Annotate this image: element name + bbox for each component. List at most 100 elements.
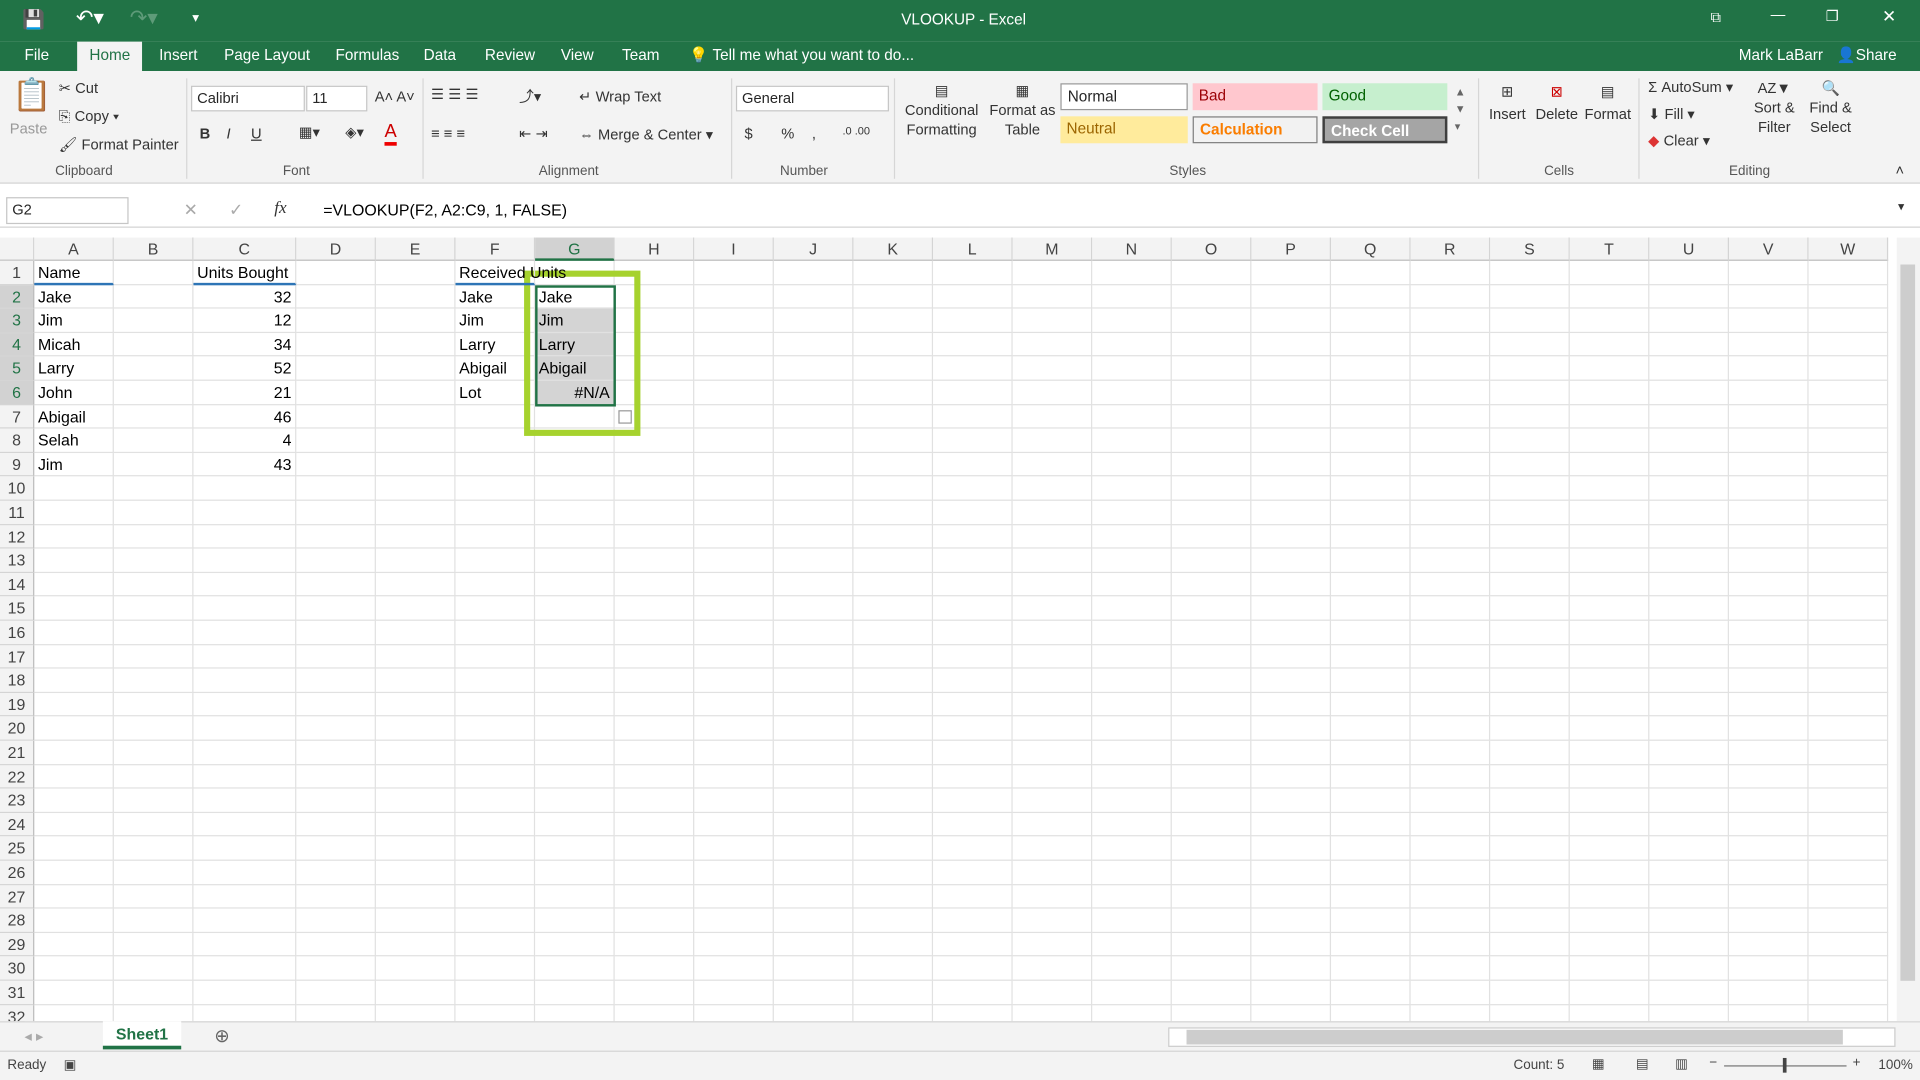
page-break-view-icon[interactable]: ▥ [1675,1056,1688,1072]
cell[interactable] [1331,356,1411,381]
cell[interactable] [614,716,695,741]
cell-A2[interactable]: Jake [34,284,114,309]
cell[interactable] [1649,524,1729,549]
cell[interactable] [614,572,695,597]
cell[interactable] [1171,332,1252,357]
cell[interactable] [34,596,114,621]
cell[interactable] [615,1004,695,1022]
cell[interactable] [1728,524,1809,549]
cell[interactable] [853,380,934,405]
cell[interactable] [1092,932,1172,957]
cell[interactable] [375,836,456,861]
cell[interactable] [535,596,615,621]
cell[interactable] [773,644,854,669]
column-header-W[interactable]: W [1808,237,1889,261]
autosum-button[interactable]: Σ AutoSum ▾ [1648,78,1733,95]
cell[interactable] [375,740,456,765]
cell[interactable] [1728,356,1809,381]
row-header-24[interactable]: 24 [0,812,35,837]
cell[interactable] [375,476,456,501]
cell[interactable] [853,812,934,837]
cell[interactable] [1649,836,1729,861]
cell[interactable] [455,956,536,981]
cell[interactable] [375,620,456,645]
cell[interactable] [1331,380,1411,405]
cell[interactable] [1490,500,1570,525]
zoom-slider[interactable] [1724,1057,1847,1073]
cell[interactable] [1569,908,1650,933]
cell[interactable] [614,524,695,549]
cell[interactable] [1092,380,1172,405]
cell[interactable] [535,788,615,813]
cell[interactable] [1649,548,1729,573]
cell[interactable] [535,764,615,789]
cell[interactable] [535,884,615,909]
cell[interactable] [296,860,376,885]
cell[interactable] [1171,644,1252,669]
cell[interactable] [1410,500,1491,525]
cell[interactable] [1092,620,1172,645]
cell[interactable] [853,428,934,453]
cell[interactable] [113,572,194,597]
cell[interactable] [34,620,114,645]
cell[interactable] [694,932,774,957]
tab-review[interactable]: Review [485,47,535,64]
delete-cells-button[interactable]: ⊠ Delete [1536,81,1578,125]
cell[interactable] [375,980,456,1005]
paste-button[interactable]: Paste [10,120,48,137]
save-icon[interactable]: 💾 [22,9,45,31]
column-header-E[interactable]: E [375,237,456,261]
cell[interactable] [1649,476,1729,501]
cell[interactable] [1331,332,1411,357]
cell[interactable] [933,764,1013,789]
cell[interactable] [1331,668,1411,693]
cell[interactable] [455,764,536,789]
cell[interactable] [535,524,615,549]
cell[interactable] [34,668,114,693]
row-header-26[interactable]: 26 [0,860,35,885]
vertical-align-icons[interactable]: ☰ ☰ ☰ [431,86,479,103]
cell[interactable] [853,284,934,309]
cell[interactable] [1808,716,1889,741]
cell[interactable] [1728,932,1809,957]
cell[interactable] [1728,860,1809,885]
cell[interactable] [1171,596,1252,621]
cell[interactable] [1251,716,1332,741]
cell[interactable] [113,356,194,381]
cell[interactable] [853,572,934,597]
cell[interactable] [853,980,934,1005]
cell[interactable] [1411,1004,1491,1022]
cell[interactable] [455,740,536,765]
column-header-R[interactable]: R [1410,237,1491,261]
cell[interactable] [853,308,934,333]
cell[interactable] [34,812,114,837]
cell[interactable] [193,836,297,861]
cell[interactable] [1808,356,1889,381]
cell[interactable] [1410,428,1491,453]
cut-button[interactable]: ✂ Cut [59,80,98,97]
cell[interactable] [1251,500,1332,525]
cell[interactable] [614,764,695,789]
cell[interactable] [773,284,854,309]
cell[interactable] [773,980,854,1005]
format-painter-button[interactable]: 🖌 Format Painter [59,136,179,153]
cell[interactable] [34,980,114,1005]
cell[interactable] [1490,788,1570,813]
cell[interactable] [933,692,1013,717]
italic-button[interactable]: I [227,125,231,142]
cell[interactable] [1808,260,1889,285]
maximize-icon[interactable]: ❐ [1826,7,1839,24]
cell[interactable] [853,692,934,717]
cell[interactable] [193,668,297,693]
cell[interactable] [1092,956,1172,981]
cell[interactable] [773,500,854,525]
cell[interactable] [694,500,774,525]
cell[interactable] [853,596,934,621]
cell[interactable] [34,572,114,597]
cell-A8[interactable]: Selah [34,428,114,453]
column-header-L[interactable]: L [933,237,1013,261]
cell[interactable] [296,884,376,909]
cell[interactable] [853,476,934,501]
cell[interactable] [1728,668,1809,693]
row-header-28[interactable]: 28 [0,908,35,933]
